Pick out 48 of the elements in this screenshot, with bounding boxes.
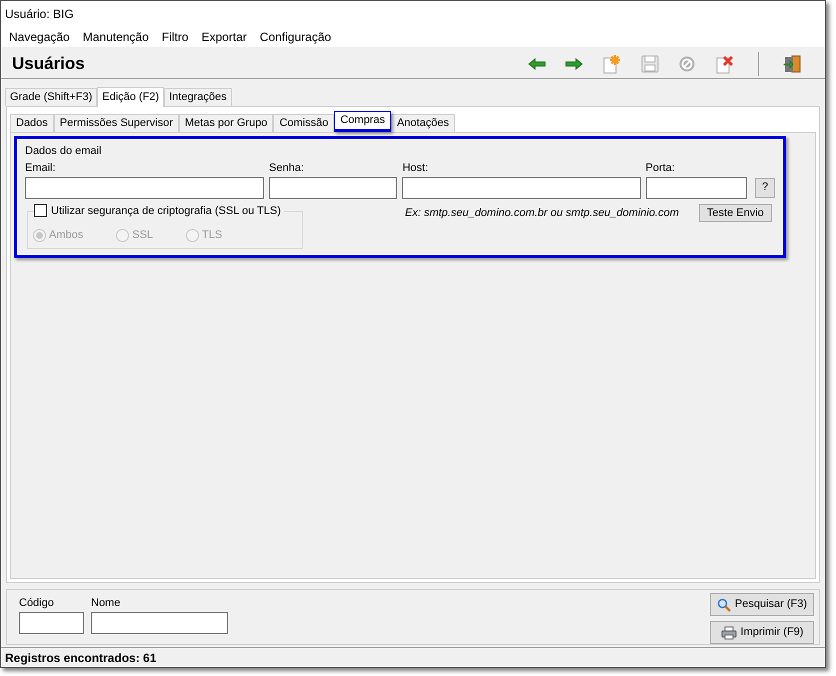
field-label: Senha: [269,160,305,174]
text-field[interactable] [91,612,228,634]
text-field[interactable] [19,612,84,634]
menu-item[interactable]: Exportar [201,28,247,46]
tab[interactable]: Grade (Shift+F3) [5,88,98,106]
tab[interactable]: Edição (F2) [97,87,164,107]
test-send-button[interactable]: Teste Envio [698,204,772,222]
tab[interactable]: Anotações [390,114,455,132]
checkbox-label: Utilizar segurança de criptografia (SSL ou TLS) [51,204,281,218]
field-label: Nome [91,596,122,610]
exit-door-icon[interactable] [782,54,802,74]
text-field[interactable] [402,176,640,198]
text-field[interactable] [25,176,264,198]
radio-label: Ambos [49,228,84,243]
new-document-icon[interactable] [602,54,622,74]
menu-item[interactable]: Configuração [260,28,332,46]
status-text: Registros encontrados: 61 [5,650,156,666]
group-title: Dados do email [25,145,102,157]
field-label: Porta: [646,160,676,174]
help-button[interactable]: ? [755,178,775,198]
checkbox-box[interactable] [34,204,47,218]
tab[interactable]: Comissão [273,114,334,132]
delete-document-icon[interactable] [715,54,735,74]
print-button[interactable]: Imprimir (F9) [710,621,814,644]
field-label: Código [19,596,55,610]
field-label: Email: [25,160,57,174]
checkbox[interactable]: Utilizar segurança de criptografia (SSL ou TLS) [34,202,284,219]
magnifier-icon [716,598,731,612]
tab[interactable]: Integrações [164,88,232,106]
tab[interactable]: Compras [334,111,391,132]
right-arrow-icon[interactable] [565,58,583,70]
field-label: Host: [402,160,430,174]
text-field[interactable] [269,176,398,198]
tab[interactable]: Permissões Supervisor [54,114,179,132]
tab[interactable]: Dados [10,114,54,132]
printer-icon [720,626,737,640]
window-title: Usuário: BIG [5,6,74,23]
left-arrow-icon[interactable] [528,58,546,70]
radio-label: SSL [132,228,154,243]
menu-item[interactable]: Navegação [9,28,70,46]
search-button[interactable]: Pesquisar (F3) [710,593,814,616]
tab[interactable]: Metas por Grupo [178,114,274,132]
radio-label: TLS [202,228,222,243]
hint-text: Ex: smtp.seu_domino.com.br ou smtp.seu_dominio.com [405,206,679,220]
menu-item[interactable]: Manutenção [82,28,149,46]
text-field[interactable] [646,176,748,198]
menu-item[interactable]: Filtro [162,28,188,46]
page-title: Usuários [12,52,85,75]
